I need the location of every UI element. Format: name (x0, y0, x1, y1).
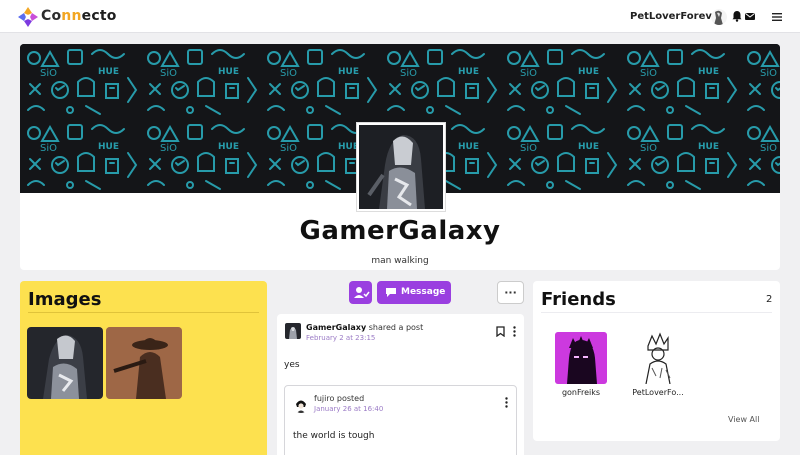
friend-name[interactable]: gonFreiks (551, 388, 611, 397)
images-divider (28, 312, 259, 313)
bookmark-icon[interactable] (496, 326, 505, 337)
post-author-avatar-image (285, 323, 301, 339)
profile-header: HUE SiO GamerGalaxy man walking (20, 44, 780, 270)
post-body-text: yes (284, 360, 300, 370)
shared-post-header: fujiro posted (314, 394, 364, 403)
shared-post-kebab-menu-icon[interactable] (505, 397, 508, 408)
image-thumbnail-picture (106, 327, 182, 399)
post-author-name[interactable]: GamerGalaxy (306, 323, 366, 332)
shared-author-avatar[interactable] (293, 397, 309, 413)
add-friend-button[interactable] (349, 281, 372, 304)
profile-bio: man walking (371, 256, 429, 266)
bell-icon[interactable] (731, 10, 743, 22)
image-thumbnail[interactable] (27, 327, 103, 399)
shared-author-avatar-image (293, 397, 309, 413)
chat-icon (386, 288, 396, 297)
top-navbar: Connecto PetLoverForever (0, 0, 800, 33)
friends-title: Friends (541, 289, 616, 310)
brand-part-1: Co (41, 8, 62, 24)
image-thumbnail[interactable] (106, 327, 182, 399)
nav-avatar[interactable] (711, 9, 727, 25)
image-thumbnail-picture (27, 327, 103, 399)
shared-action-text: posted (336, 394, 365, 403)
post-timestamp[interactable]: February 2 at 23:15 (306, 334, 375, 342)
nav-avatar-image (711, 9, 727, 25)
shared-post-timestamp[interactable]: January 26 at 16:40 (314, 405, 383, 413)
shared-post-card[interactable]: fujiro posted January 26 at 16:40 the wo… (284, 385, 517, 455)
brand-part-3: ecto (81, 8, 117, 24)
brand-name[interactable]: Connecto (41, 8, 117, 24)
post-author-avatar[interactable] (285, 323, 301, 339)
profile-avatar[interactable] (356, 122, 446, 212)
profile-name: GamerGalaxy (299, 216, 501, 246)
friend-avatar[interactable] (555, 332, 607, 384)
message-button[interactable]: Message (377, 281, 451, 304)
more-options-button[interactable]: ··· (497, 281, 524, 304)
connecto-logo-icon[interactable] (17, 6, 39, 28)
post-kebab-menu-icon[interactable] (513, 326, 516, 337)
nav-username[interactable]: PetLoverForever (630, 11, 724, 22)
post-header: GamerGalaxy shared a post (306, 323, 423, 332)
shared-post-body-text: the world is tough (293, 431, 375, 441)
view-all-friends-link[interactable]: View All (728, 415, 759, 424)
friend-avatar-image (555, 332, 607, 384)
friend-item[interactable]: gonFreiks (551, 332, 611, 397)
post-action-text: shared a post (368, 323, 424, 332)
add-friend-icon (354, 287, 370, 298)
message-button-label: Message (401, 287, 446, 297)
friends-count: 2 (766, 294, 773, 305)
friend-avatar[interactable] (632, 332, 684, 384)
mail-icon[interactable] (744, 10, 756, 22)
post-card: GamerGalaxy shared a post February 2 at … (277, 314, 524, 455)
friend-avatar-image (632, 332, 684, 384)
friend-item[interactable]: PetLoverFo... (628, 332, 688, 397)
friends-panel: Friends 2 gonFreiks PetLoverFo... View A… (533, 281, 780, 441)
images-panel: Images (20, 281, 267, 455)
friend-name[interactable]: PetLoverFo... (628, 388, 688, 397)
brand-part-2: nn (61, 8, 82, 24)
shared-author-name[interactable]: fujiro (314, 394, 334, 403)
profile-avatar-image (359, 125, 443, 209)
images-title: Images (28, 289, 102, 310)
friends-divider (541, 312, 772, 313)
menu-icon[interactable] (771, 11, 783, 23)
